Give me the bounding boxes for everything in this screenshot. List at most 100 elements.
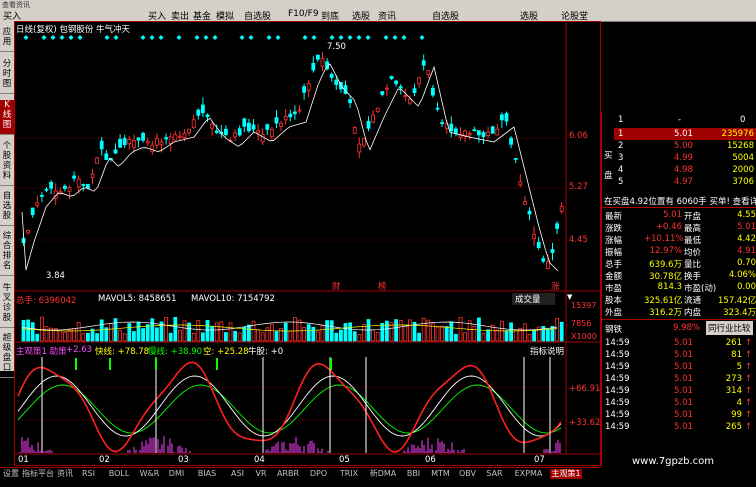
- signal-diamond: [149, 35, 155, 40]
- indicator-tab[interactable]: VR: [252, 469, 270, 479]
- volume-bar: [453, 333, 458, 342]
- signal-diamond: [104, 35, 110, 40]
- quote-value-2: 4.91: [737, 246, 756, 256]
- volume-bar: [90, 328, 95, 342]
- indicator-tab[interactable]: ASI: [225, 469, 250, 479]
- volume-bar: [421, 317, 426, 342]
- kline-chart[interactable]: [14, 21, 601, 467]
- candle-body: [472, 129, 477, 132]
- quote-panel: 1 - 0 买盘 1 5.01 235976 2 5.00 15268 3 4.99…: [601, 112, 756, 467]
- volume-title[interactable]: 成交量: [512, 293, 555, 305]
- tab-diagnose[interactable]: 牛叉诊股: [0, 283, 14, 328]
- candle-body: [329, 73, 334, 78]
- volume-bar: [251, 320, 256, 342]
- indicator-tab[interactable]: W&R: [137, 469, 162, 479]
- indicator-tab[interactable]: 设置: [2, 469, 20, 479]
- tab-handicap[interactable]: 超级盘口: [0, 333, 14, 378]
- x-label-03: 03: [178, 455, 189, 465]
- signal-diamond: [59, 35, 65, 40]
- trade-vol: 4: [736, 398, 742, 408]
- quote-value-2: 157.42亿: [718, 296, 756, 306]
- volume-bar: [384, 320, 389, 342]
- volume-bar: [555, 318, 559, 342]
- quote-label: 股本: [605, 296, 623, 306]
- indicator-tab[interactable]: EXPMA: [509, 469, 548, 479]
- candle-body: [205, 114, 210, 118]
- tab-kline[interactable]: K线图: [0, 100, 14, 135]
- candle-body: [449, 123, 454, 132]
- volume-bar: [182, 320, 187, 342]
- volume-bar: [435, 326, 440, 342]
- indicator-tab[interactable]: DPO: [306, 469, 331, 479]
- signal-diamond: [239, 35, 245, 40]
- signal-diamond: [275, 35, 281, 40]
- indicator-tab[interactable]: DMI: [164, 469, 189, 479]
- industry-compare-button[interactable]: 同行业比较: [706, 321, 753, 335]
- volume-bar: [440, 325, 445, 342]
- indicator-tab[interactable]: BIAS: [191, 469, 223, 479]
- indicator-tab[interactable]: OBV: [455, 469, 480, 479]
- indicator-tab[interactable]: 资讯: [56, 469, 74, 479]
- signal-diamond: [140, 35, 146, 40]
- indicator-tab[interactable]: TRIX: [333, 469, 365, 479]
- volume-bar: [187, 322, 192, 342]
- volume-bar: [352, 331, 357, 342]
- volume-bar: [398, 320, 403, 342]
- trade-vol: 81: [731, 350, 742, 360]
- quote-label: 总手: [605, 260, 623, 270]
- status-bar: [0, 480, 756, 487]
- volume-bar: [357, 334, 362, 342]
- candle-body: [283, 116, 288, 121]
- quote-value: +0.46: [655, 222, 682, 232]
- indicator-tab[interactable]: SAR: [482, 469, 507, 479]
- volume-bar: [260, 332, 265, 342]
- marker-cai: 财: [332, 282, 341, 292]
- tab-timeshare[interactable]: 分时图: [0, 59, 14, 94]
- trade-time: 14:59: [605, 386, 630, 396]
- indicator-help-button[interactable]: 指标说明: [530, 345, 564, 357]
- volume-bar: [306, 324, 311, 342]
- indicator-tab[interactable]: ARBR: [272, 469, 304, 479]
- tab-profile[interactable]: 个股资料: [0, 141, 14, 186]
- candle-body: [118, 138, 122, 148]
- candle-body: [302, 86, 307, 93]
- indicator-tab[interactable]: RSI: [76, 469, 101, 479]
- chevron-down-icon[interactable]: ▼: [567, 293, 572, 301]
- indicator-fast: 快线: +78.78: [95, 347, 150, 357]
- trade-time: 14:59: [605, 362, 630, 372]
- volume-bar: [375, 332, 380, 342]
- candle-body: [546, 261, 550, 270]
- bid-vol: 3706: [732, 177, 754, 187]
- signal-diamond: [50, 35, 56, 40]
- indicator-tab[interactable]: BBI: [401, 469, 426, 479]
- volume-bar: [214, 322, 219, 342]
- quote-value: +10.11%: [644, 234, 684, 244]
- indicator-tab[interactable]: 主观策1: [550, 469, 582, 479]
- candle-body: [104, 153, 109, 160]
- tab-rank[interactable]: 综合排名: [0, 231, 14, 276]
- volume-bar: [476, 317, 481, 342]
- indicator-tab[interactable]: MTM: [428, 469, 453, 479]
- volume-bar: [191, 332, 196, 342]
- ask-level: 1: [618, 115, 624, 125]
- volume-bar: [136, 321, 141, 342]
- indicator-tab[interactable]: 指标平台: [22, 469, 54, 479]
- candle-body: [306, 83, 311, 91]
- volume-total: 总手: 6396042: [16, 296, 77, 306]
- candle-body: [86, 183, 90, 189]
- x-label-05: 05: [339, 455, 350, 465]
- signal-marker: [75, 358, 77, 370]
- tab-watch[interactable]: 自选股: [0, 191, 14, 226]
- trade-time: 14:59: [605, 398, 630, 408]
- quote-label-2: 市盈(动): [684, 284, 717, 294]
- tab-apps[interactable]: 应用: [0, 27, 14, 52]
- indicator-tab[interactable]: 新DMA: [367, 469, 399, 479]
- volume-bar: [486, 329, 491, 342]
- trade-vol: 99: [731, 410, 742, 420]
- indicator-tab[interactable]: BOLL: [103, 469, 135, 479]
- quote-value-2: 0.70: [737, 258, 756, 268]
- signal-diamond: [302, 35, 308, 40]
- f10-button[interactable]: F10/F9: [288, 9, 319, 19]
- volume-bar: [546, 329, 550, 342]
- divider: [602, 207, 756, 208]
